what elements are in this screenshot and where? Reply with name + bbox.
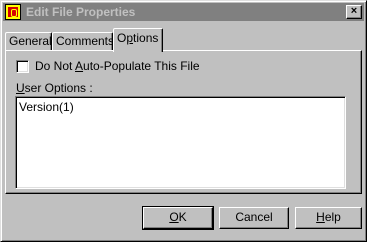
do-not-auto-populate-checkbox[interactable] <box>16 59 29 73</box>
do-not-auto-populate-label[interactable]: Do Not Auto-Populate This File <box>35 59 200 73</box>
tab-options[interactable]: Options <box>113 28 163 52</box>
mnemonic-underline: H <box>316 210 325 224</box>
mnemonic-underline: A <box>75 59 84 73</box>
window-title: Edit File Properties <box>26 5 136 19</box>
close-icon[interactable]: × <box>346 5 362 19</box>
mnemonic-underline: U <box>16 81 25 95</box>
ok-button[interactable]: OK <box>142 206 214 230</box>
app-icon[interactable] <box>5 4 21 20</box>
cancel-button[interactable]: Cancel <box>219 207 289 229</box>
help-button[interactable]: Help <box>295 207 362 229</box>
user-options-label: User Options : <box>16 81 93 95</box>
mnemonic-underline: O <box>169 210 179 224</box>
edit-file-properties-dialog: Edit File Properties × General Comments … <box>0 0 367 242</box>
mnemonic-underline: p <box>126 31 134 45</box>
title-bar[interactable]: Edit File Properties × <box>3 3 364 21</box>
tab-comments[interactable]: Comments <box>52 32 114 50</box>
auto-populate-option[interactable]: Do Not Auto-Populate This File <box>16 59 200 73</box>
tab-general[interactable]: General <box>5 32 52 50</box>
user-options-textarea[interactable]: Version(1) <box>15 96 346 189</box>
options-panel: Do Not Auto-Populate This File User Opti… <box>5 50 362 194</box>
